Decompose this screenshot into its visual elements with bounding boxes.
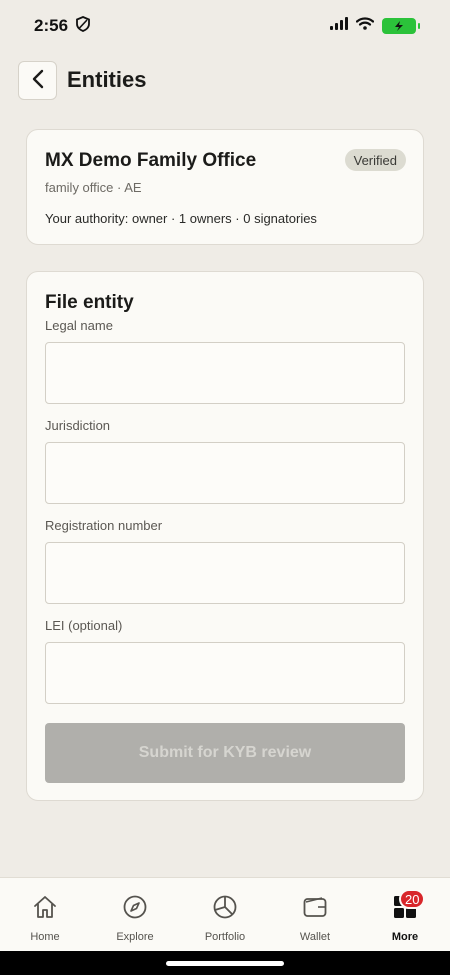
tab-portfolio[interactable]: Portfolio (180, 878, 270, 951)
entity-card[interactable]: MX Demo Family Office family office · AE… (26, 129, 424, 245)
home-indicator[interactable] (166, 961, 284, 966)
notification-badge: 20 (399, 889, 426, 909)
page-title: Entities (67, 67, 147, 92)
status-bar: 2:56 (0, 0, 450, 52)
jurisdiction-label: Jurisdiction (45, 418, 111, 433)
home-icon (32, 894, 58, 925)
jurisdiction-input[interactable] (45, 442, 405, 504)
battery-icon (382, 18, 420, 34)
registration-number-label: Registration number (45, 518, 163, 533)
home-indicator-area (0, 951, 450, 975)
submit-kyb-button[interactable]: Submit for KYB review (45, 723, 405, 783)
status-left: 2:56 (34, 15, 90, 37)
cellular-signal-icon (330, 17, 348, 35)
lei-input[interactable] (45, 642, 405, 704)
pie-chart-icon (212, 894, 238, 925)
tab-home[interactable]: Home (0, 878, 90, 951)
back-button[interactable] (18, 60, 57, 100)
tab-home-label: Home (30, 931, 60, 943)
wifi-icon (355, 17, 375, 35)
legal-name-field: Legal name (45, 317, 405, 404)
file-entity-form: File entity Legal name Jurisdiction Regi… (26, 271, 424, 801)
scrolled-content-peek (44, 102, 144, 108)
wallet-icon (302, 894, 328, 925)
status-time: 2:56 (34, 16, 69, 35)
jurisdiction-field: Jurisdiction (45, 417, 405, 504)
tab-explore-label: Explore (116, 931, 154, 943)
chevron-left-icon (32, 69, 44, 92)
header: Entities (0, 58, 450, 102)
bottom-tab-bar: Home Explore Portfolio Wallet More 20 (0, 877, 450, 951)
legal-name-input[interactable] (45, 342, 405, 404)
tab-explore[interactable]: Explore (90, 878, 180, 951)
tab-portfolio-label: Portfolio (204, 931, 246, 943)
entity-meta: family office · AE (45, 180, 142, 195)
registration-number-input[interactable] (45, 542, 405, 604)
verified-badge: Verified (344, 149, 406, 171)
tab-more[interactable]: More 20 (360, 878, 450, 951)
legal-name-label: Legal name (45, 318, 113, 333)
status-right (330, 17, 420, 35)
entity-authority: Your authority: owner · 1 owners · 0 sig… (45, 211, 317, 226)
lei-label: LEI (optional) (45, 618, 123, 633)
form-title: File entity (45, 292, 134, 313)
shield-icon (76, 15, 90, 37)
compass-icon (122, 894, 148, 925)
tab-wallet-label: Wallet (299, 931, 331, 943)
registration-number-field: Registration number (45, 517, 405, 604)
tab-more-label: More (391, 931, 419, 943)
tab-wallet[interactable]: Wallet (270, 878, 360, 951)
lei-field: LEI (optional) (45, 617, 405, 704)
